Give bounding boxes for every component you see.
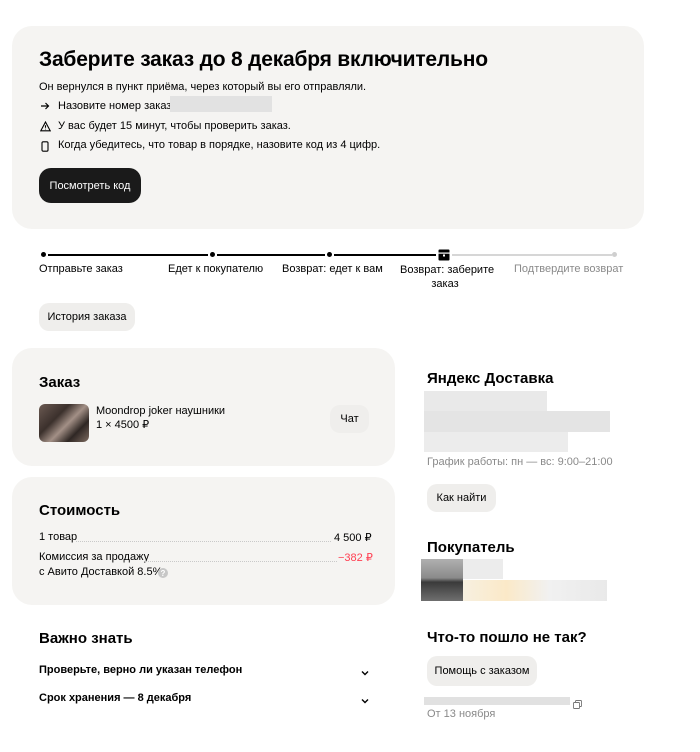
phone-icon — [39, 140, 51, 152]
buyer-title: Покупатель — [427, 539, 515, 556]
important-item-phone[interactable]: Проверьте, верно ли указан телефон — [39, 664, 242, 676]
delivery-schedule: График работы: пн — вс: 9:00–21:00 — [427, 456, 613, 468]
copy-icon[interactable] — [573, 696, 582, 709]
step-line-2 — [217, 254, 325, 256]
buyer-avatar — [421, 559, 463, 601]
cost-items-value: 4 500 ₽ — [334, 532, 372, 544]
show-code-button[interactable]: Посмотреть код — [39, 168, 141, 203]
box-icon — [438, 248, 450, 261]
product-thumbnail[interactable] — [39, 404, 89, 442]
problem-title: Что-то пошло не так? — [427, 629, 587, 646]
step-line-1 — [48, 254, 208, 256]
pickup-row-check-time: У вас будет 15 минут, чтобы проверить за… — [58, 120, 291, 132]
step-label-confirm-return: Подтвердите возврат — [514, 263, 624, 275]
order-id-redacted — [424, 697, 570, 705]
step-dot-5 — [612, 252, 617, 257]
cost-items-label: 1 товар — [39, 531, 78, 543]
cost-fee-label-2: с Авито Доставкой 8.5% — [39, 566, 163, 578]
step-dot-2 — [210, 252, 215, 257]
chevron-down-icon[interactable] — [360, 693, 372, 705]
step-label-sent: Отправьте заказ — [39, 263, 123, 275]
step-label-pickup-return-line2: заказ — [431, 278, 459, 290]
cost-fee-label: Комиссия за продажу — [39, 551, 150, 563]
step-label-to-buyer: Едет к покупателю — [168, 263, 264, 275]
pickup-address-redacted-3 — [424, 432, 568, 452]
step-line-4 — [452, 254, 612, 256]
order-number-redacted — [170, 96, 272, 112]
step-label-pickup-return: Возврат: заберите заказ — [400, 263, 494, 291]
pickup-row-order-number: Назовите номер заказа — [58, 100, 178, 112]
buyer-name-redacted — [463, 559, 503, 579]
info-icon[interactable]: ? — [158, 568, 168, 578]
order-history-button[interactable]: История заказа — [39, 303, 135, 331]
product-name[interactable]: Moondrop joker наушники — [96, 405, 225, 417]
important-title: Важно знать — [39, 630, 133, 647]
pickup-address-redacted-2 — [424, 411, 610, 432]
buyer-name-redacted-2 — [463, 580, 607, 601]
cost-title: Стоимость — [39, 502, 121, 519]
order-help-button[interactable]: Помощь с заказом — [427, 656, 537, 686]
pickup-subtitle: Он вернулся в пункт приёма, через которы… — [39, 81, 367, 93]
how-to-find-button[interactable]: Как найти — [427, 484, 496, 512]
warning-icon — [39, 120, 51, 132]
order-date: От 13 ноября — [427, 708, 496, 720]
chevron-down-icon[interactable] — [360, 665, 372, 677]
delivery-title: Яндекс Доставка — [427, 370, 554, 387]
step-dot-1 — [41, 252, 46, 257]
cost-fee-leader — [145, 561, 337, 562]
pickup-row-code: Когда убедитесь, что товар в порядке, на… — [58, 139, 381, 151]
arrow-right-icon — [39, 100, 51, 112]
cost-fee-value: −382 ₽ — [338, 552, 373, 564]
important-item-storage[interactable]: Срок хранения — 8 декабря — [39, 692, 191, 704]
step-line-3 — [334, 254, 436, 256]
step-label-pickup-return-line1: Возврат: заберите — [400, 264, 495, 276]
step-label-return-to-you: Возврат: едет к вам — [282, 263, 383, 275]
step-dot-3 — [327, 252, 332, 257]
chat-button[interactable]: Чат — [330, 405, 369, 433]
cost-items-leader — [76, 541, 331, 542]
pickup-address-redacted — [424, 391, 547, 411]
product-qty-price: 1 × 4500 ₽ — [96, 419, 150, 431]
order-title: Заказ — [39, 374, 81, 391]
pickup-title: Заберите заказ до 8 декабря включительно — [39, 48, 488, 71]
